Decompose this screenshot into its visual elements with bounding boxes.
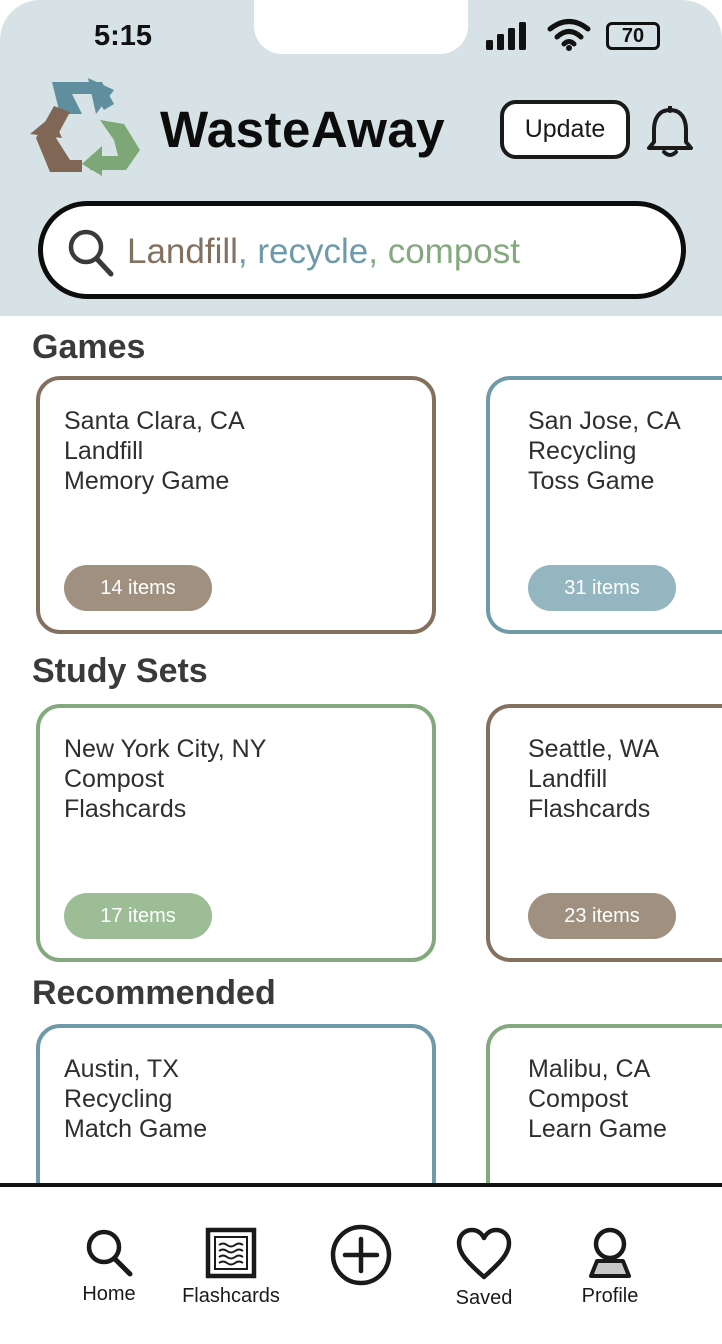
nav-label: Saved <box>455 1287 513 1309</box>
cellular-signal-icon <box>486 22 526 50</box>
item-count-badge: 23 items <box>528 893 676 939</box>
card-location: Malibu, CA <box>528 1055 651 1083</box>
card-type: Learn Game <box>528 1115 667 1143</box>
search-comma: , <box>368 232 388 271</box>
study-card-new-york[interactable]: New York City, NY Compost Flashcards 17 … <box>36 704 436 962</box>
section-title-games: Games <box>32 328 146 366</box>
card-details: San Jose, CA Recycling Toss Game <box>528 406 681 496</box>
card-category: Compost <box>528 1085 629 1113</box>
app-header: 5:15 70 WasteAway Update Landfill, recyc… <box>0 0 722 316</box>
game-card-san-jose[interactable]: San Jose, CA Recycling Toss Game 31 item… <box>486 376 722 634</box>
card-type: Toss Game <box>528 467 655 495</box>
add-circle-icon <box>330 1224 392 1286</box>
profile-icon <box>589 1227 631 1278</box>
card-location: San Jose, CA <box>528 407 681 435</box>
card-type: Match Game <box>64 1115 208 1143</box>
card-category: Compost <box>64 765 165 793</box>
item-count-badge: 14 items <box>64 565 212 611</box>
recycle-logo-icon <box>30 78 140 176</box>
search-icon <box>86 1229 133 1277</box>
card-location: Seattle, WA <box>528 735 660 763</box>
game-card-santa-clara[interactable]: Santa Clara, CA Landfill Memory Game 14 … <box>36 376 436 634</box>
battery-indicator: 70 <box>606 22 660 50</box>
card-category: Recycling <box>528 437 637 465</box>
nav-flashcards[interactable]: Flashcards <box>176 1227 286 1308</box>
search-placeholder: Landfill, recycle, compost <box>127 232 520 272</box>
card-details: Austin, TX Recycling Match Game <box>64 1054 207 1144</box>
search-term-compost: compost <box>387 232 520 271</box>
nav-label: Profile <box>581 1285 639 1307</box>
bell-icon[interactable] <box>646 106 694 158</box>
device-notch <box>254 0 468 54</box>
card-type: Flashcards <box>64 795 187 823</box>
search-term-recycle: recycle <box>257 232 369 271</box>
card-category: Recycling <box>64 1085 173 1113</box>
wifi-icon <box>547 19 591 51</box>
card-location: Austin, TX <box>64 1055 179 1083</box>
nav-profile[interactable]: Profile <box>572 1227 648 1308</box>
nav-saved[interactable]: Saved <box>446 1227 522 1310</box>
card-type: Flashcards <box>528 795 651 823</box>
card-category: Landfill <box>528 765 608 793</box>
card-details: Malibu, CA Compost Learn Game <box>528 1054 667 1144</box>
card-type: Memory Game <box>64 467 230 495</box>
nav-home[interactable]: Home <box>70 1227 148 1306</box>
status-time: 5:15 <box>94 20 153 52</box>
app-title: WasteAway <box>160 101 446 158</box>
heart-icon <box>456 1227 512 1280</box>
flashcards-icon <box>205 1227 257 1279</box>
section-title-study-sets: Study Sets <box>32 652 208 690</box>
search-icon <box>68 229 114 277</box>
item-count-badge: 17 items <box>64 893 212 939</box>
card-details: Santa Clara, CA Landfill Memory Game <box>64 406 245 496</box>
card-category: Landfill <box>64 437 144 465</box>
update-button[interactable]: Update <box>500 100 630 159</box>
section-title-recommended: Recommended <box>32 974 276 1012</box>
card-location: Santa Clara, CA <box>64 407 245 435</box>
nav-add[interactable] <box>328 1223 394 1293</box>
card-details: Seattle, WA Landfill Flashcards <box>528 734 659 824</box>
card-details: New York City, NY Compost Flashcards <box>64 734 266 824</box>
item-count-badge: 31 items <box>528 565 676 611</box>
search-bar[interactable]: Landfill, recycle, compost <box>38 201 686 299</box>
bottom-nav: Home Flashcards Saved Profile <box>0 1183 722 1344</box>
study-card-seattle[interactable]: Seattle, WA Landfill Flashcards 23 items <box>486 704 722 962</box>
search-comma: , <box>237 232 258 271</box>
card-location: New York City, NY <box>64 735 267 763</box>
nav-label: Flashcards <box>182 1285 280 1307</box>
search-term-landfill: Landfill <box>127 232 238 271</box>
nav-label: Home <box>82 1283 136 1305</box>
